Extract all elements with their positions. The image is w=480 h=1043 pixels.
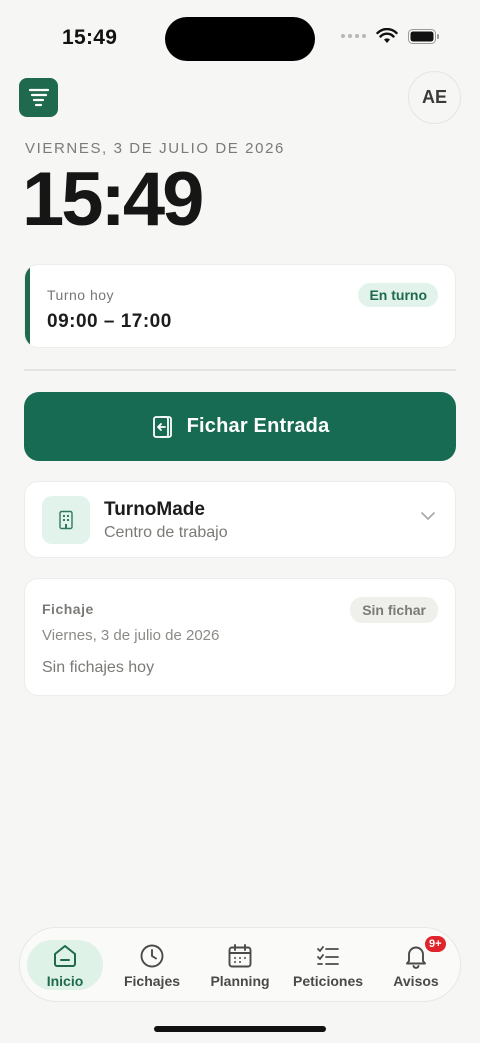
tab-peticiones[interactable]: Peticiones [288, 928, 368, 1003]
workplace-name: TurnoMade [104, 499, 205, 520]
home-indicator[interactable] [154, 1026, 326, 1032]
record-title: Fichaje [42, 601, 94, 617]
status-time: 15:49 [62, 26, 118, 49]
workplace-subtitle: Centro de trabajo [104, 524, 228, 541]
tab-avisos[interactable]: Avisos 9+ [376, 928, 456, 1003]
record-status-badge: Sin fichar [350, 597, 438, 623]
record-empty-text: Sin fichajes hoy [42, 659, 155, 676]
calendar-icon [228, 943, 252, 967]
notification-count-badge: 9+ [424, 935, 447, 953]
battery-icon [408, 28, 439, 44]
current-time: 15:49 [22, 157, 204, 242]
workplace-selector[interactable]: TurnoMade Centro de trabajo [24, 481, 456, 558]
tab-label: Avisos [393, 972, 439, 989]
date-label: VIERNES, 3 DE JULIO DE 2026 [25, 140, 285, 157]
building-icon [59, 510, 73, 530]
clock-in-label: Fichar Entrada [186, 415, 330, 437]
chevron-down-icon [421, 512, 435, 520]
dynamic-island [165, 17, 315, 61]
tab-label: Fichajes [123, 972, 181, 989]
home-icon [54, 944, 76, 967]
workplace-icon-box [42, 496, 90, 544]
tab-label: Inicio [46, 972, 84, 989]
shift-status-badge: En turno [358, 283, 438, 307]
bottom-tab-bar: Inicio Fichajes Planning Peticiones Avis… [19, 927, 461, 1002]
login-icon [152, 415, 172, 438]
wifi-icon [376, 28, 398, 43]
shift-label: Turno hoy [47, 287, 115, 303]
tab-inicio[interactable]: Inicio [27, 928, 103, 1003]
tornado-logo-icon [28, 88, 49, 106]
tab-fichajes[interactable]: Fichajes [112, 928, 192, 1003]
status-icons [341, 28, 440, 44]
shift-card: Turno hoy 09:00 – 17:00 En turno [24, 264, 456, 348]
shift-accent-bar [25, 265, 30, 347]
tab-label: Peticiones [292, 972, 364, 989]
tab-planning[interactable]: Planning [200, 928, 280, 1003]
app-logo [19, 78, 58, 117]
checklist-icon [317, 945, 339, 965]
clock-record-card: Fichaje Sin fichar Viernes, 3 de julio d… [24, 578, 456, 696]
user-avatar[interactable]: AE [408, 71, 461, 124]
divider [24, 369, 456, 371]
status-bar: 15:49 [0, 0, 480, 76]
clock-icon [140, 944, 164, 967]
cellular-signal-icon [341, 34, 366, 38]
tab-label: Planning [210, 972, 270, 989]
shift-hours: 09:00 – 17:00 [47, 311, 172, 332]
clock-in-button[interactable]: Fichar Entrada [24, 392, 456, 461]
record-date: Viernes, 3 de julio de 2026 [42, 627, 220, 644]
